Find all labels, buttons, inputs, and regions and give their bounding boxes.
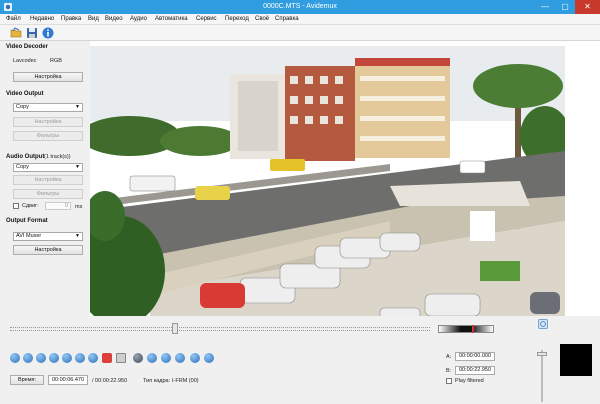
menu-edit[interactable]: Правка xyxy=(61,16,81,22)
decoder-value: RGB xyxy=(50,58,62,64)
frame-type-label: Тип кадра: xyxy=(143,378,171,384)
menu-audio[interactable]: Аудио xyxy=(130,16,147,22)
previous-black-icon[interactable] xyxy=(161,353,171,363)
menu-go[interactable]: Переход xyxy=(225,16,249,22)
previous-cut-icon[interactable] xyxy=(133,353,143,363)
container-value: AVI Muxer xyxy=(16,233,42,239)
menu-help[interactable]: Справка xyxy=(275,16,299,22)
play-filtered-checkbox[interactable] xyxy=(446,378,452,384)
next-black-icon[interactable] xyxy=(175,353,185,363)
selection-b-label: B: xyxy=(446,368,452,374)
duration-label: / 00:00:22.950 xyxy=(92,378,128,384)
toolbar xyxy=(0,25,600,41)
video-frame-preview[interactable] xyxy=(90,46,565,316)
info-icon[interactable] xyxy=(42,27,54,39)
chevron-down-icon: ▼ xyxy=(75,233,80,239)
timeline-thumb[interactable] xyxy=(172,323,178,334)
menu-custom[interactable]: Своё xyxy=(255,16,269,22)
audio-codec-value: Copy xyxy=(16,164,29,170)
goto-a-icon[interactable] xyxy=(88,353,98,363)
previous-keyframe-icon[interactable] xyxy=(62,353,72,363)
video-preview-area xyxy=(90,41,600,329)
set-a-marker-icon[interactable] xyxy=(102,353,112,363)
set-b-marker-icon[interactable] xyxy=(116,353,126,363)
audio-config-button[interactable]: Настройка xyxy=(13,175,83,185)
audio-tracks-label: (1 track(s)) xyxy=(44,154,71,160)
video-filters-button[interactable]: Фильтры xyxy=(13,131,83,141)
audio-output-title: Audio Output xyxy=(6,154,45,160)
output-format-title: Output Format xyxy=(6,218,48,224)
last-frame-icon[interactable] xyxy=(204,353,214,363)
decoder-label: Lavcodec xyxy=(13,58,37,64)
goto-b-icon[interactable] xyxy=(147,353,157,363)
selection-a-field[interactable]: 00:00:00.000 xyxy=(455,352,495,361)
selection-b-field[interactable]: 00:00:22.950 xyxy=(455,366,495,375)
menu-bar: Файл Недавно Правка Вид Видео Аудио Авто… xyxy=(0,14,600,25)
forward-one-frame-icon[interactable] xyxy=(49,353,59,363)
menu-tools[interactable]: Сервис xyxy=(196,16,217,22)
volume-slider-track[interactable] xyxy=(541,350,543,402)
chevron-down-icon: ▼ xyxy=(75,104,80,110)
chevron-down-icon: ▼ xyxy=(75,164,80,170)
menu-auto[interactable]: Автоматика xyxy=(155,16,188,22)
zoom-icon[interactable] xyxy=(538,319,548,329)
shift-checkbox[interactable] xyxy=(13,203,19,209)
maximize-button[interactable]: ▢ xyxy=(555,0,575,14)
volume-slider-thumb[interactable] xyxy=(537,352,547,356)
histogram-preview xyxy=(560,344,592,376)
decoder-config-button[interactable]: Настройка xyxy=(13,72,83,82)
shift-label: Сдвиг: xyxy=(22,203,39,209)
rewind-icon[interactable] xyxy=(23,353,33,363)
title-bar: 0000C.MTS - Avidemux — ▢ ✕ xyxy=(0,0,600,14)
menu-file[interactable]: Файл xyxy=(6,16,21,22)
current-time-field[interactable]: 00:00:06.470 xyxy=(48,375,88,385)
timeline-slider[interactable] xyxy=(10,327,430,331)
shift-spinbox[interactable]: 0 xyxy=(45,202,71,210)
format-config-button[interactable]: Настройка xyxy=(13,245,83,255)
frame-type-value: I-FRM (00) xyxy=(172,378,199,384)
video-decoder-title: Video Decoder xyxy=(6,44,48,50)
shift-unit-label: ms xyxy=(75,204,83,210)
volume-meter xyxy=(438,325,494,333)
settings-panel: Video Decoder Lavcodec RGB Настройка Vid… xyxy=(0,41,90,316)
back-one-frame-icon[interactable] xyxy=(36,353,46,363)
menu-recent[interactable]: Недавно xyxy=(30,16,54,22)
time-button[interactable]: Время: xyxy=(10,375,44,385)
menu-view[interactable]: Вид xyxy=(88,16,99,22)
close-button[interactable]: ✕ xyxy=(575,0,600,14)
play-filtered-label: Play filtered xyxy=(455,378,484,384)
play-icon[interactable] xyxy=(10,353,20,363)
window-title: 0000C.MTS - Avidemux xyxy=(263,3,337,10)
next-keyframe-icon[interactable] xyxy=(75,353,85,363)
minimize-button[interactable]: — xyxy=(535,0,555,14)
open-file-icon[interactable] xyxy=(10,27,22,39)
video-codec-value: Copy xyxy=(16,104,29,110)
video-output-title: Video Output xyxy=(6,91,44,97)
video-config-button[interactable]: Настройка xyxy=(13,117,83,127)
audio-filters-button[interactable]: Фильтры xyxy=(13,189,83,199)
volume-marker xyxy=(472,325,474,333)
first-frame-icon[interactable] xyxy=(190,353,200,363)
selection-a-label: A: xyxy=(446,354,452,360)
audio-codec-select[interactable]: Copy ▼ xyxy=(13,163,83,172)
save-file-icon[interactable] xyxy=(26,27,38,39)
container-select[interactable]: AVI Muxer ▼ xyxy=(13,232,83,241)
menu-video[interactable]: Видео xyxy=(105,16,123,22)
video-codec-select[interactable]: Copy ▼ xyxy=(13,103,83,112)
